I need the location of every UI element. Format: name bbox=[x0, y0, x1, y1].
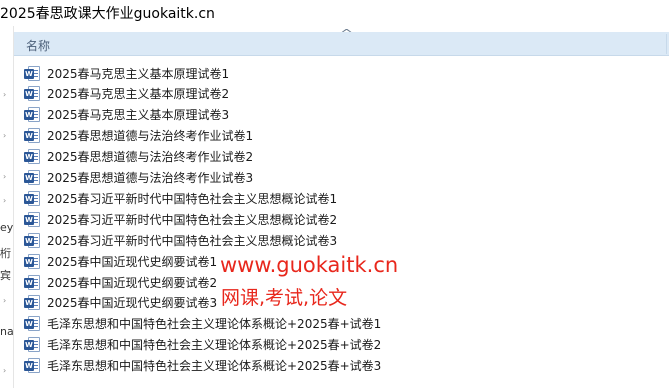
word-document-icon: W bbox=[24, 315, 41, 332]
file-name: 2025春马克思主义基本原理试卷1 bbox=[47, 66, 230, 81]
sort-ascending-icon: ^ bbox=[340, 27, 354, 40]
word-document-icon: W bbox=[24, 357, 41, 374]
chevron-right-icon[interactable]: › bbox=[3, 131, 6, 141]
word-document-icon: W bbox=[24, 294, 41, 311]
file-row[interactable]: W 2025春思想道德与法治终考作业试卷1 bbox=[24, 126, 253, 146]
word-document-icon: W bbox=[24, 65, 41, 82]
file-name: 2025春思想道德与法治终考作业试卷2 bbox=[47, 150, 254, 165]
file-row[interactable]: W 毛泽东思想和中国特色社会主义理论体系概论+2025春+试卷1 bbox=[24, 314, 381, 334]
word-document-icon: W bbox=[24, 253, 41, 270]
watermark-subtitle: 网课,考试,论文 bbox=[221, 287, 348, 309]
word-document-icon: W bbox=[24, 232, 41, 249]
file-name: 2025春马克思主义基本原理试卷3 bbox=[47, 108, 230, 123]
file-name: 2025春思想道德与法治终考作业试卷1 bbox=[47, 129, 254, 144]
file-row[interactable]: W 2025春中国近现代史纲要试卷1 bbox=[24, 251, 217, 271]
nav-item-fragment[interactable]: 宾 bbox=[0, 270, 11, 282]
chevron-right-icon[interactable]: › bbox=[3, 196, 6, 206]
word-document-icon: W bbox=[24, 274, 41, 291]
file-name: 2025春马克思主义基本原理试卷2 bbox=[47, 87, 230, 102]
chevron-right-icon[interactable]: › bbox=[3, 366, 6, 376]
file-row[interactable]: W 2025春习近平新时代中国特色社会主义思想概论试卷1 bbox=[24, 188, 337, 208]
file-row[interactable]: W 2025春思想道德与法治终考作业试卷2 bbox=[24, 147, 253, 167]
chevron-right-icon[interactable]: › bbox=[3, 90, 6, 100]
chevron-right-icon[interactable]: › bbox=[3, 172, 6, 182]
nav-item-fragment[interactable]: 桁 bbox=[0, 248, 11, 260]
file-name: 2025春习近平新时代中国特色社会主义思想概论试卷2 bbox=[47, 212, 338, 227]
file-name: 2025春中国近现代史纲要试卷2 bbox=[47, 275, 218, 290]
navigation-pane[interactable]: › › › › ey 桁 宾 › na › bbox=[0, 26, 14, 388]
column-header-name[interactable]: ^ 名称 bbox=[14, 27, 669, 56]
file-row[interactable]: W 2025春习近平新时代中国特色社会主义思想概论试卷3 bbox=[24, 230, 337, 250]
word-document-icon: W bbox=[24, 106, 41, 123]
word-document-icon: W bbox=[24, 336, 41, 353]
file-name: 2025春思想道德与法治终考作业试卷3 bbox=[47, 171, 254, 185]
file-row[interactable]: W 2025春马克思主义基本原理试卷3 bbox=[24, 105, 229, 125]
file-row[interactable]: W 2025春中国近现代史纲要试卷2 bbox=[24, 272, 217, 292]
file-row[interactable]: W 2025春马克思主义基本原理试卷2 bbox=[24, 84, 229, 104]
word-document-icon: W bbox=[24, 148, 41, 165]
word-document-icon: W bbox=[24, 127, 41, 144]
watermark-url: www.guokaitk.cn bbox=[220, 253, 399, 277]
window-title: 2025春思政课大作业guokaitk.cn bbox=[0, 6, 215, 22]
nav-item-fragment[interactable]: ey bbox=[0, 222, 13, 234]
file-name: 2025春习近平新时代中国特色社会主义思想概论试卷3 bbox=[47, 233, 338, 248]
column-divider[interactable] bbox=[666, 34, 667, 54]
file-name: 2025春习近平新时代中国特色社会主义思想概论试卷1 bbox=[47, 191, 338, 206]
column-header-label: 名称 bbox=[26, 39, 51, 53]
word-document-icon: W bbox=[24, 211, 41, 228]
file-row[interactable]: W 毛泽东思想和中国特色社会主义理论体系概论+2025春+试卷2 bbox=[24, 335, 381, 355]
file-name: 毛泽东思想和中国特色社会主义理论体系概论+2025春+试卷2 bbox=[47, 338, 382, 353]
file-name: 毛泽东思想和中国特色社会主义理论体系概论+2025春+试卷1 bbox=[47, 317, 382, 332]
file-row[interactable]: W 2025春马克思主义基本原理试卷1 bbox=[24, 63, 229, 83]
chevron-right-icon[interactable]: › bbox=[3, 296, 6, 306]
file-row[interactable]: W 毛泽东思想和中国特色社会主义理论体系概论+2025春+试卷3 bbox=[24, 356, 381, 376]
nav-item-fragment[interactable]: na bbox=[0, 326, 13, 338]
file-row[interactable]: W 2025春中国近现代史纲要试卷3 bbox=[24, 293, 217, 313]
word-document-icon: W bbox=[24, 85, 41, 102]
title-bar: 2025春思政课大作业guokaitk.cn bbox=[0, 0, 669, 26]
word-document-icon: W bbox=[24, 169, 41, 186]
file-row[interactable]: W 2025春思想道德与法治终考作业试卷3 bbox=[24, 168, 253, 188]
file-name: 毛泽东思想和中国特色社会主义理论体系概论+2025春+试卷3 bbox=[47, 359, 382, 374]
file-name: 2025春中国近现代史纲要试卷1 bbox=[47, 254, 218, 269]
file-row[interactable]: W 2025春习近平新时代中国特色社会主义思想概论试卷2 bbox=[24, 209, 337, 229]
file-name: 2025春中国近现代史纲要试卷3 bbox=[47, 296, 218, 311]
word-document-icon: W bbox=[24, 190, 41, 207]
